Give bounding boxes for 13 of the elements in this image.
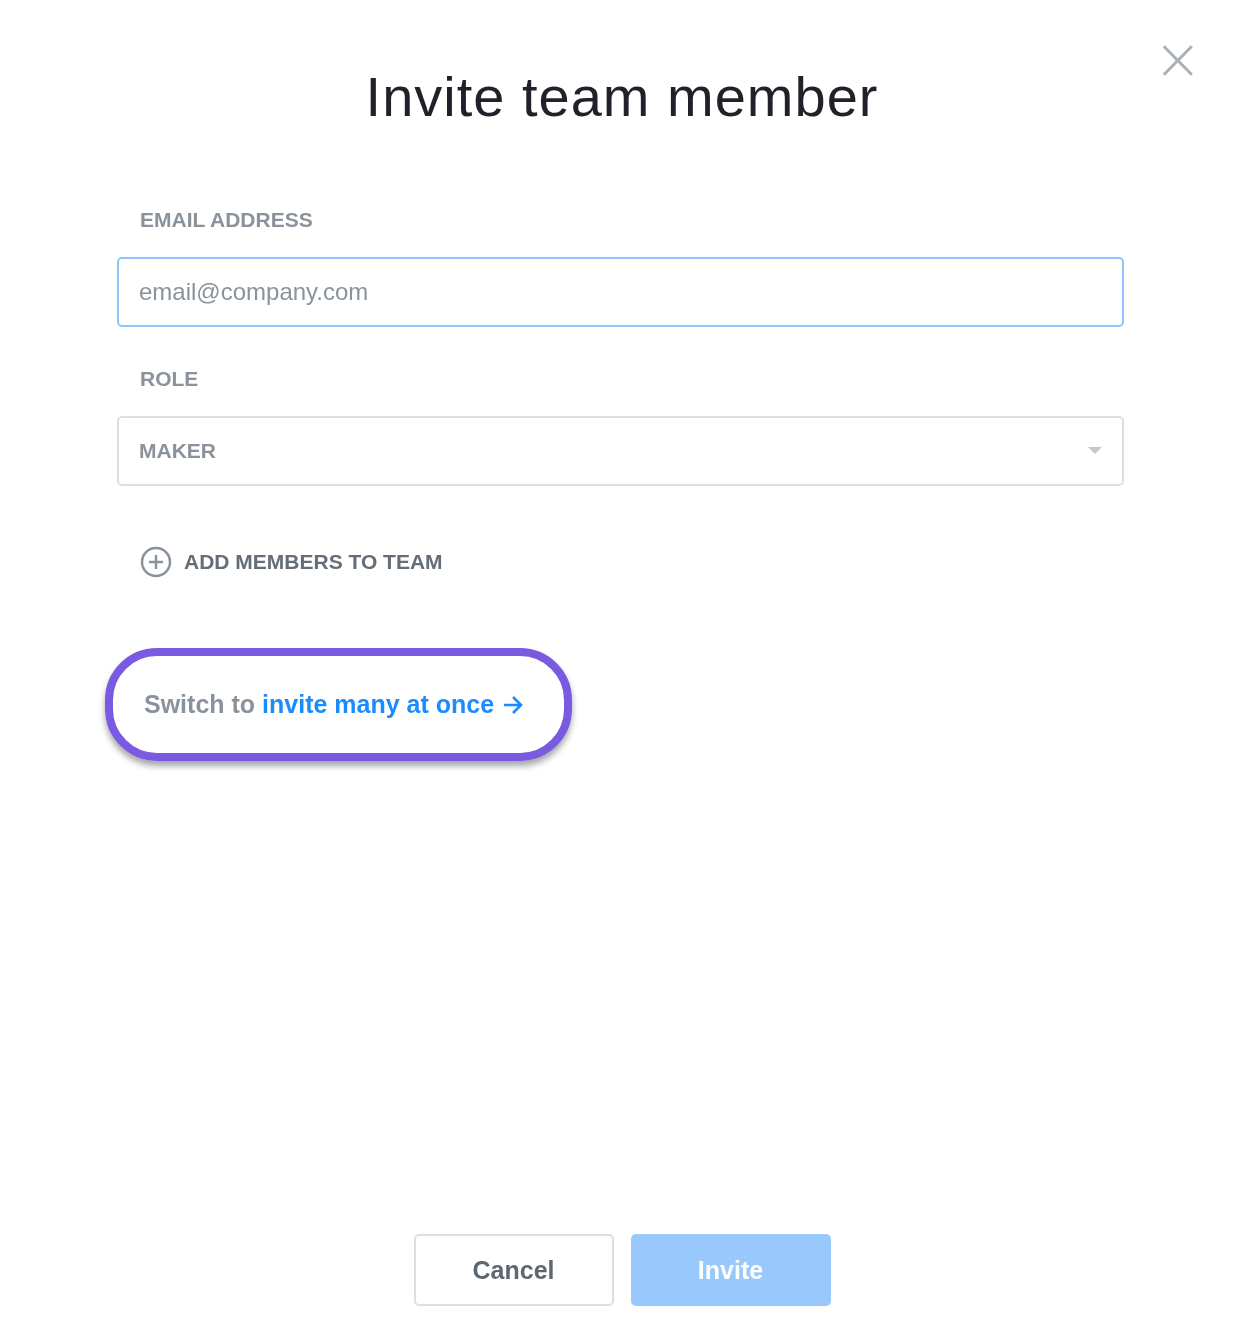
invite-many-link[interactable]: invite many at once (262, 690, 495, 718)
dialog-title: Invite team member (364, 64, 880, 130)
switch-text: Switch to invite many at once (144, 690, 495, 719)
arrow-right-icon (502, 694, 525, 715)
field-label: EMAIL ADDRESS (140, 207, 313, 233)
field-label: ROLE (140, 366, 199, 392)
role-dropdown[interactable]: MAKER (117, 416, 1124, 486)
cancel-button[interactable]: Cancel (413, 1234, 614, 1306)
email-field[interactable]: email@company.com (117, 257, 1124, 327)
close-button[interactable]: × (1149, 30, 1206, 88)
add-members-button[interactable]: ADD MEMBERS TO TEAM (140, 546, 443, 578)
plus-circle-icon (140, 546, 172, 578)
caret-icon (1088, 447, 1102, 455)
